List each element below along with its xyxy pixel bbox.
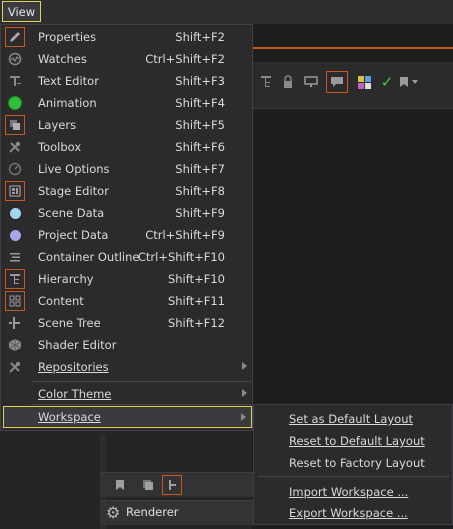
repositories-icon [5, 357, 25, 377]
menu-item-color-theme[interactable]: Color Theme [2, 383, 252, 405]
menu-item-label: Shader Editor [38, 338, 117, 352]
view-menu-label: View [7, 4, 36, 19]
menu-item-label: Hierarchy [38, 272, 94, 286]
menu-item-stage-editor[interactable]: Stage Editor Shift+F8 [2, 180, 252, 202]
live-options-icon [5, 159, 25, 179]
shader-editor-icon [5, 335, 25, 355]
submenu-item-reset-default-layout[interactable]: Reset to Default Layout [289, 434, 425, 448]
menu-item-label: Toolbox [38, 140, 82, 154]
text-editor-icon [5, 71, 25, 91]
renderer-label: Renderer [126, 505, 179, 519]
submenu-item-reset-factory-layout[interactable]: Reset to Factory Layout [289, 456, 425, 470]
menu-item-properties[interactable]: Properties Shift+F2 [2, 26, 252, 48]
comment-icon[interactable] [326, 71, 348, 93]
bottom-tab-bar [100, 472, 253, 497]
view-menu[interactable]: View [2, 1, 41, 22]
menu-item-hierarchy[interactable]: Hierarchy Shift+F10 [2, 268, 252, 290]
menu-item-container-outline[interactable]: Container Outline Ctrl+Shift+F10 [2, 246, 252, 268]
menu-item-label: Content [38, 294, 84, 308]
menu-item-label: Animation [38, 96, 97, 110]
submenu-item-export-workspace[interactable]: Export Workspace ... [289, 506, 408, 520]
menu-item-shortcut: Shift+F7 [175, 162, 225, 176]
menu-item-project-data[interactable]: Project Data Ctrl+Shift+F9 [2, 224, 252, 246]
panel-accent-line [252, 47, 453, 49]
menu-item-label: Workspace [38, 410, 101, 424]
colorful-square-icon[interactable] [353, 71, 375, 93]
gear-icon: ⚙ [106, 503, 121, 522]
menu-item-shortcut: Shift+F9 [175, 206, 225, 220]
menu-item-label: Live Options [38, 162, 110, 176]
content-icon [5, 291, 25, 311]
menu-item-text-editor[interactable]: Text Editor Shift+F3 [2, 70, 252, 92]
menu-item-shortcut: Shift+F2 [175, 30, 225, 44]
animation-icon [5, 93, 25, 113]
menu-separator [31, 381, 251, 382]
menu-item-label: Watches [38, 52, 87, 66]
menu-item-shortcut: Shift+F6 [175, 140, 225, 154]
panel-toolbar: ✓ [252, 62, 453, 109]
menu-item-label: Project Data [38, 228, 109, 242]
menu-separator [31, 404, 251, 405]
menu-item-shortcut: Shift+F8 [175, 184, 225, 198]
submenu-arrow-icon [241, 413, 246, 421]
menu-item-label: Properties [38, 30, 97, 44]
menu-item-label: Container Outline [38, 250, 140, 264]
layers-icon [5, 115, 25, 135]
scene-tree-tab-icon[interactable] [162, 475, 182, 495]
menu-item-shortcut: Ctrl+Shift+F2 [145, 52, 225, 66]
layers-tab-icon[interactable] [138, 475, 158, 495]
menu-item-layers[interactable]: Layers Shift+F5 [2, 114, 252, 136]
menu-item-label: Stage Editor [38, 184, 109, 198]
menu-item-label: Color Theme [38, 387, 112, 401]
view-dropdown-menu: Properties Shift+F2 Watches Ctrl+Shift+F… [0, 24, 253, 431]
menu-item-label: Layers [38, 118, 77, 132]
menu-bar: View [0, 0, 453, 24]
checkmark-icon[interactable]: ✓ [376, 71, 398, 93]
submenu-arrow-icon [242, 389, 247, 397]
menu-item-live-options[interactable]: Live Options Shift+F7 [2, 158, 252, 180]
menu-item-scene-tree[interactable]: Scene Tree Shift+F12 [2, 312, 252, 334]
pencil-icon [5, 27, 25, 47]
project-data-icon [5, 225, 25, 245]
submenu-arrow-icon [242, 362, 247, 370]
menu-item-shortcut: Ctrl+Shift+F10 [137, 250, 225, 264]
menu-item-label: Repositories [38, 360, 109, 374]
menu-item-shader-editor[interactable]: Shader Editor [2, 334, 252, 356]
scene-tree-icon [5, 313, 25, 333]
workspace-submenu: Set as Default Layout Reset to Default L… [253, 404, 453, 525]
toolbox-icon [5, 137, 25, 157]
submenu-separator [258, 476, 450, 477]
hierarchy-small-icon[interactable] [255, 71, 277, 93]
menu-item-shortcut: Shift+F5 [175, 118, 225, 132]
menu-item-shortcut: Shift+F3 [175, 74, 225, 88]
bookmark-dropdown-icon[interactable] [398, 71, 420, 93]
menu-item-label: Scene Data [38, 206, 105, 220]
submenu-item-import-workspace[interactable]: Import Workspace ... [289, 485, 408, 499]
watch-icon [5, 49, 25, 69]
menu-item-workspace[interactable]: Workspace [3, 406, 252, 428]
hierarchy-icon [5, 269, 25, 289]
menu-item-repositories[interactable]: Repositories [2, 356, 252, 378]
menu-item-label: Text Editor [38, 74, 99, 88]
monitor-icon[interactable] [300, 71, 322, 93]
menu-item-animation[interactable]: Animation Shift+F4 [2, 92, 252, 114]
menu-item-watches[interactable]: Watches Ctrl+Shift+F2 [2, 48, 252, 70]
bookmark-icon[interactable] [110, 475, 130, 495]
stage-editor-icon [5, 181, 25, 201]
menu-item-toolbox[interactable]: Toolbox Shift+F6 [2, 136, 252, 158]
menu-item-shortcut: Shift+F4 [175, 96, 225, 110]
scene-data-icon [5, 203, 25, 223]
menu-item-scene-data[interactable]: Scene Data Shift+F9 [2, 202, 252, 224]
menu-item-label: Scene Tree [38, 316, 101, 330]
container-outline-icon [5, 247, 25, 267]
menu-item-shortcut: Shift+F11 [167, 294, 225, 308]
menu-item-shortcut: Shift+F10 [167, 272, 225, 286]
menu-item-content[interactable]: Content Shift+F11 [2, 290, 252, 312]
menu-item-shortcut: Shift+F12 [167, 316, 225, 330]
lock-icon[interactable] [277, 71, 299, 93]
menu-item-shortcut: Ctrl+Shift+F9 [145, 228, 225, 242]
submenu-item-set-default-layout[interactable]: Set as Default Layout [289, 412, 413, 426]
